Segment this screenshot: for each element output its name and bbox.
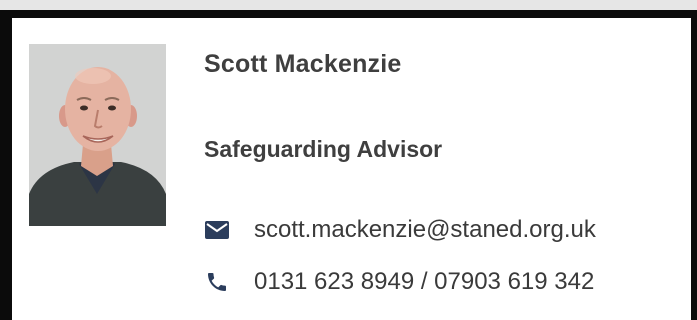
phone-row: 0131 623 8949 / 07903 619 342 [204,268,594,296]
phone-icon [204,269,230,295]
envelope-icon [204,217,230,243]
profile-photo [29,44,166,226]
email-row: scott.mackenzie@staned.org.uk [204,216,596,244]
email-link[interactable]: scott.mackenzie@staned.org.uk [254,216,596,244]
person-name: Scott Mackenzie [204,50,402,78]
contact-card: Scott Mackenzie Safeguarding Advisor sco… [0,10,697,320]
job-title: Safeguarding Advisor [204,136,443,162]
phone-link[interactable]: 0131 623 8949 / 07903 619 342 [254,268,594,296]
